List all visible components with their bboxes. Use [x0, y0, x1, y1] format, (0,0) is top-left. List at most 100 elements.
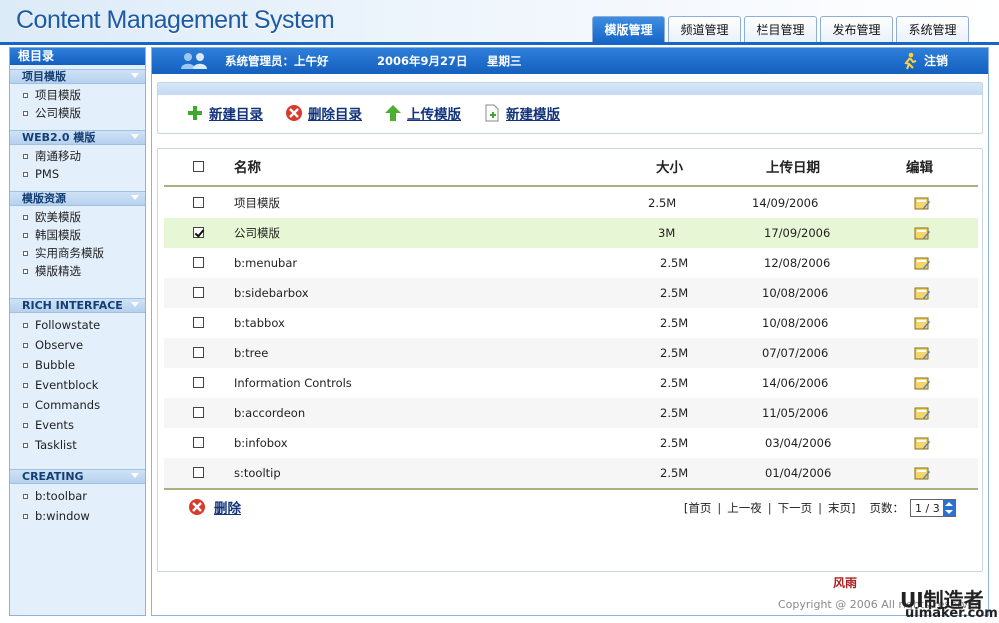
- sidebar-item[interactable]: 项目模版: [10, 86, 145, 104]
- row-name: 公司模版: [234, 226, 280, 240]
- weekday-text: 星期三: [487, 54, 522, 68]
- sidebar-item[interactable]: 南通移动: [10, 147, 145, 165]
- new-directory-button[interactable]: 新建目录: [186, 103, 263, 123]
- last-page-link[interactable]: 末页]: [822, 500, 862, 516]
- header-divider: [0, 42, 999, 45]
- edit-icon[interactable]: [914, 436, 930, 450]
- app-title: Content Management System: [16, 6, 335, 34]
- sidebar-item[interactable]: 公司模版: [10, 104, 145, 122]
- row-checkbox[interactable]: [193, 227, 204, 238]
- table-row[interactable]: b:accordeon 2.5M 11/05/2006: [164, 398, 978, 428]
- table-row[interactable]: b:infobox 2.5M 03/04/2006: [164, 428, 978, 458]
- sidebar-item[interactable]: Followstate: [10, 315, 145, 335]
- row-name: 项目模版: [234, 196, 280, 210]
- new-template-button[interactable]: 新建模版: [483, 103, 560, 123]
- sidebar-item[interactable]: b:window: [10, 506, 145, 526]
- sidebar-group-header[interactable]: CREATING: [10, 469, 145, 484]
- row-checkbox[interactable]: [193, 197, 204, 208]
- delete-selected-label: 删除: [214, 501, 241, 517]
- sidebar-item[interactable]: b:toolbar: [10, 486, 145, 506]
- page-select[interactable]: 1 / 3: [910, 499, 956, 517]
- edit-icon[interactable]: [914, 466, 930, 480]
- row-name: b:menubar: [234, 256, 298, 270]
- row-date: 10/08/2006: [762, 316, 829, 330]
- sidebar-item[interactable]: Tasklist: [10, 435, 145, 455]
- sidebar-group-header[interactable]: WEB2.0 模版: [10, 130, 145, 145]
- row-checkbox[interactable]: [193, 467, 204, 478]
- table-row[interactable]: 项目模版 2.5M 14/09/2006: [164, 188, 978, 218]
- tab-template-mgmt[interactable]: 模版管理: [592, 16, 665, 42]
- delete-selected-button[interactable]: 删除: [188, 497, 241, 517]
- sidebar-group-rich-interface: RICH INTERFACE Followstate Observe Bubbl…: [10, 298, 145, 455]
- tab-column-mgmt[interactable]: 栏目管理: [744, 16, 817, 42]
- tab-publish-mgmt[interactable]: 发布管理: [820, 16, 893, 42]
- table-row[interactable]: b:tabbox 2.5M 10/08/2006: [164, 308, 978, 338]
- table-row[interactable]: Information Controls 2.5M 14/06/2006: [164, 368, 978, 398]
- tab-system-mgmt[interactable]: 系统管理: [896, 16, 969, 42]
- column-header-size: 大小: [656, 160, 683, 176]
- row-checkbox[interactable]: [193, 317, 204, 328]
- spinner-arrows-icon[interactable]: [943, 500, 955, 516]
- sidebar-item[interactable]: PMS: [10, 165, 145, 183]
- row-checkbox[interactable]: [193, 257, 204, 268]
- logout-label: 注销: [923, 54, 948, 68]
- row-checkbox[interactable]: [193, 437, 204, 448]
- table-row[interactable]: 公司模版 3M 17/09/2006: [164, 218, 978, 248]
- bullet-icon: [23, 402, 28, 408]
- sidebar-group-header[interactable]: 项目模版: [10, 69, 145, 84]
- first-page-link[interactable]: [首页: [678, 500, 718, 516]
- logout-button[interactable]: 注销: [900, 48, 948, 74]
- row-name: b:tree: [234, 346, 269, 360]
- sidebar-group-header[interactable]: RICH INTERFACE: [10, 298, 145, 313]
- edit-icon[interactable]: [914, 226, 930, 240]
- bullet-icon: [23, 110, 28, 116]
- edit-icon[interactable]: [914, 286, 930, 300]
- table-row[interactable]: b:menubar 2.5M 12/08/2006: [164, 248, 978, 278]
- sidebar: 根目录 项目模版 项目模版 公司模版 WEB2.0 模版 南通移动 PMS 模版…: [9, 47, 146, 616]
- edit-icon[interactable]: [914, 406, 930, 420]
- edit-icon[interactable]: [914, 376, 930, 390]
- sidebar-group-web20: WEB2.0 模版 南通移动 PMS: [10, 130, 145, 183]
- select-all-checkbox[interactable]: [193, 161, 204, 172]
- sidebar-group-title: 模版资源: [22, 192, 66, 205]
- row-checkbox[interactable]: [193, 287, 204, 298]
- row-checkbox[interactable]: [193, 407, 204, 418]
- row-size: 2.5M: [660, 316, 689, 330]
- sidebar-group-creating: CREATING b:toolbar b:window: [10, 469, 145, 526]
- sidebar-root[interactable]: 根目录: [10, 48, 145, 65]
- table-row[interactable]: s:tooltip 2.5M 01/04/2006: [164, 458, 978, 488]
- row-checkbox[interactable]: [193, 377, 204, 388]
- sidebar-item[interactable]: Commands: [10, 395, 145, 415]
- row-date: 07/07/2006: [762, 346, 829, 360]
- sidebar-group-title: RICH INTERFACE: [22, 299, 123, 312]
- row-checkbox[interactable]: [193, 347, 204, 358]
- sidebar-group-header[interactable]: 模版资源: [10, 191, 145, 206]
- sidebar-item[interactable]: 韩国模版: [10, 226, 145, 244]
- sidebar-item-label: 项目模版: [35, 88, 81, 102]
- sidebar-item[interactable]: Bubble: [10, 355, 145, 375]
- upload-template-button[interactable]: 上传模版: [384, 103, 461, 123]
- row-name: b:sidebarbox: [234, 286, 309, 300]
- sidebar-item[interactable]: 欧美模版: [10, 208, 145, 226]
- chevron-down-icon: [131, 134, 139, 139]
- toolbar: 新建目录 删除目录 上传模版 新建模版: [158, 95, 982, 131]
- next-page-link[interactable]: 下一页: [772, 500, 819, 516]
- sidebar-item[interactable]: Events: [10, 415, 145, 435]
- tab-channel-mgmt[interactable]: 频道管理: [668, 16, 741, 42]
- app-header: Content Management System 模版管理 频道管理 栏目管理…: [0, 0, 999, 45]
- edit-icon[interactable]: [914, 316, 930, 330]
- sidebar-item[interactable]: 模版精选: [10, 262, 145, 280]
- table-row[interactable]: b:sidebarbox 2.5M 10/08/2006: [164, 278, 978, 308]
- sidebar-item[interactable]: 实用商务模版: [10, 244, 145, 262]
- edit-icon[interactable]: [914, 346, 930, 360]
- edit-icon[interactable]: [914, 196, 930, 210]
- edit-icon[interactable]: [914, 256, 930, 270]
- sidebar-item-label: Eventblock: [35, 378, 99, 392]
- table-row[interactable]: b:tree 2.5M 07/07/2006: [164, 338, 978, 368]
- sidebar-item-label: PMS: [35, 167, 60, 181]
- sidebar-item[interactable]: Eventblock: [10, 375, 145, 395]
- prev-page-link[interactable]: 上一夜: [721, 500, 768, 516]
- sidebar-item[interactable]: Observe: [10, 335, 145, 355]
- delete-directory-button[interactable]: 删除目录: [285, 103, 362, 123]
- table-footer-divider: [164, 488, 978, 490]
